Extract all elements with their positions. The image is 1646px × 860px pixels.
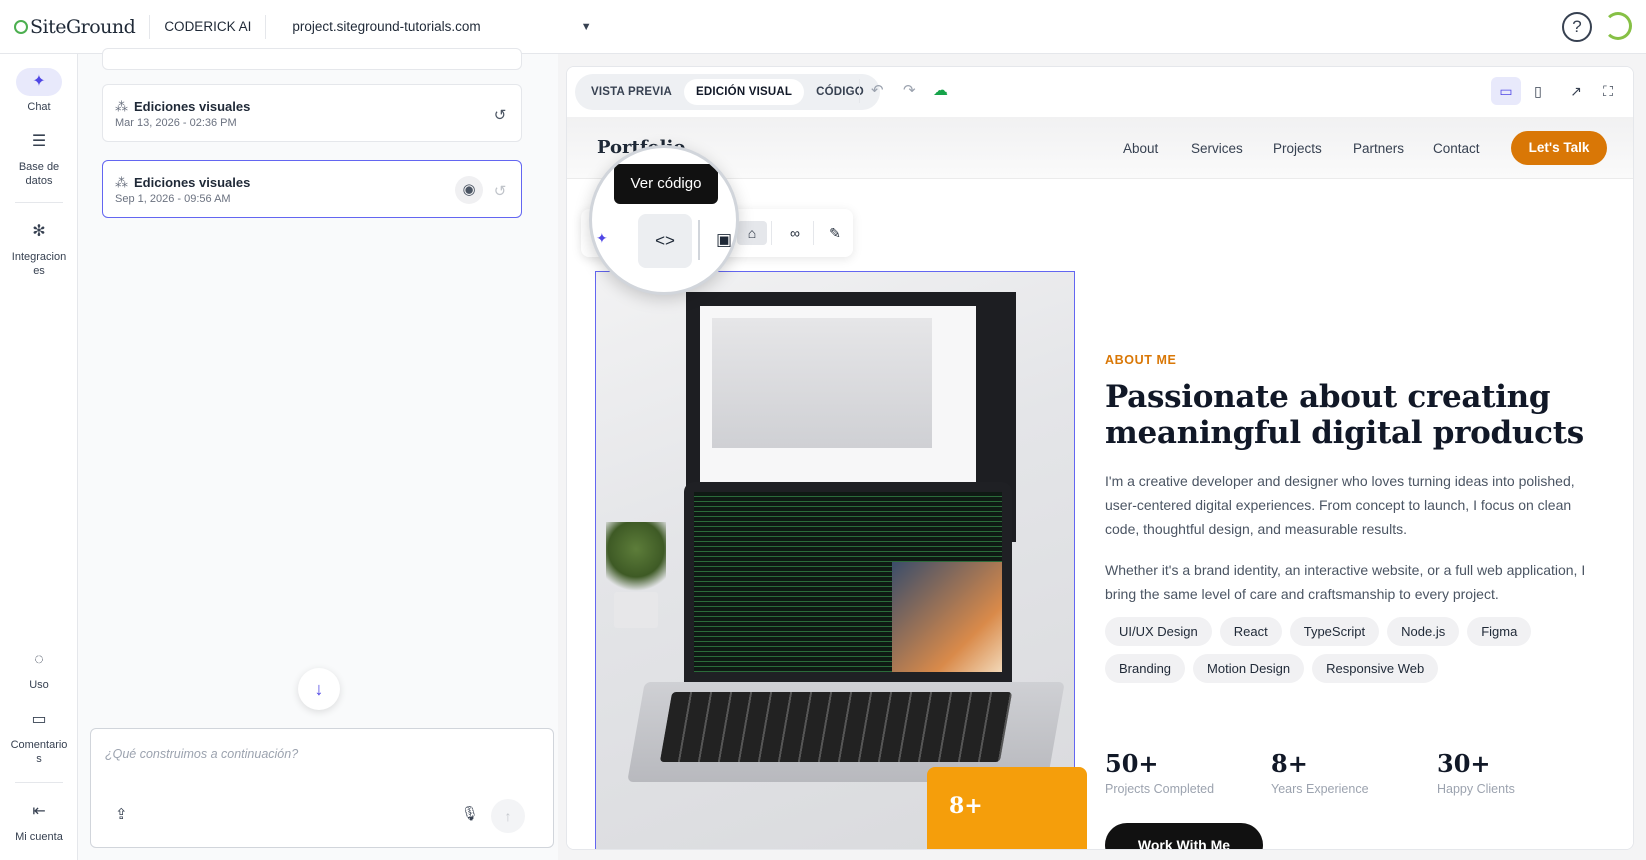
history-date: Mar 13, 2026 - 02:36 PM [115, 117, 237, 129]
history-date: Sep 1, 2026 - 09:56 AM [115, 193, 231, 205]
skill-chip: Responsive Web [1312, 654, 1439, 683]
nav-chat[interactable]: ✦ Chat [0, 68, 78, 114]
site-nav-projects[interactable]: Projects [1273, 141, 1322, 156]
tag-icon[interactable]: ⌂ [737, 221, 767, 245]
siteground-swirl-icon[interactable] [1604, 12, 1632, 40]
chat-composer[interactable]: ¿Qué construimos a continuación? ⇪ 🎙 ↑ [90, 728, 554, 848]
skill-chip: TypeScript [1289, 617, 1380, 646]
help-icon[interactable]: ? [1562, 12, 1592, 42]
magnifier-callout: Ver código ✦ <> ▣ [589, 145, 739, 295]
restore-icon[interactable]: ↺ [489, 105, 511, 127]
divider [813, 221, 814, 245]
code-icon: <> [655, 231, 675, 250]
skill-chip: Branding [1105, 654, 1186, 683]
composer-input[interactable]: ¿Qué construimos a continuación? [105, 747, 298, 761]
experience-badge: 8+ [927, 767, 1087, 849]
divider [771, 221, 772, 245]
stat-clients: 30+ Happy Clients [1437, 749, 1515, 796]
skill-chip: Motion Design [1193, 654, 1305, 683]
mode-tabs: VISTA PREVIA EDICIÓN VISUAL CÓDIGO [575, 74, 880, 110]
undo-icon[interactable]: ↶ [871, 81, 884, 99]
stat-years: 8+ Years Experience [1271, 749, 1369, 796]
usage-circle-icon: ◌ [34, 651, 44, 668]
divider [265, 14, 267, 39]
about-image-selected[interactable] [595, 271, 1075, 849]
tooltip-view-code: Ver código [614, 164, 718, 204]
redo-icon[interactable]: ↷ [903, 81, 916, 99]
eye-icon[interactable]: ◉ [455, 176, 483, 204]
restore-icon[interactable]: ↺ [489, 181, 511, 203]
desktop-view-icon[interactable]: ▭ [1491, 77, 1521, 105]
site-nav-about[interactable]: About [1123, 141, 1158, 156]
stat-projects: 50+ Projects Completed [1105, 749, 1215, 796]
divider [15, 202, 63, 203]
link-icon[interactable]: ∞ [783, 221, 807, 245]
edit-sparkle-icon: ⁂ [115, 99, 128, 114]
send-button[interactable]: ↑ [491, 799, 525, 833]
nav-integrations[interactable]: ✻ Integracion es [0, 218, 78, 278]
history-card[interactable]: ⁂ Ediciones visuales Mar 13, 2026 - 02:36… [102, 84, 522, 142]
chat-panel: ⁂ Ediciones visuales Mar 13, 2026 - 02:36… [78, 48, 558, 860]
chevron-down-icon[interactable]: ▼ [581, 21, 592, 33]
about-headline: Passionate about creating meaningful dig… [1105, 379, 1584, 451]
site-nav-contact[interactable]: Contact [1433, 141, 1480, 156]
tab-visual-edit[interactable]: EDICIÓN VISUAL [684, 79, 805, 105]
history-card-partial[interactable] [102, 48, 522, 70]
fullscreen-icon[interactable]: ⛶ [1593, 77, 1623, 105]
app-name: CODERICK AI [164, 19, 252, 34]
site-preview: Portfolio About Services Projects Partne… [567, 117, 1633, 849]
divider [698, 220, 700, 260]
about-paragraph-2: Whether it's a brand identity, an intera… [1105, 562, 1586, 602]
about-eyebrow: ABOUT ME [1105, 353, 1177, 367]
cloud-sync-icon[interactable]: ☁ [933, 81, 948, 99]
ai-sparkle-icon[interactable]: ✦ [596, 230, 608, 247]
top-bar: SiteGround CODERICK AI project.sitegroun… [0, 0, 1646, 54]
site-nav: Portfolio About Services Projects Partne… [567, 117, 1633, 179]
logout-icon: ⇤ [32, 803, 46, 820]
code-screen [694, 492, 1002, 672]
skill-chip: UI/UX Design [1105, 617, 1212, 646]
left-sidebar: ✦ Chat ☰ Base de datos ✻ Integracion es … [0, 54, 78, 860]
image-icon[interactable]: ▣ [716, 230, 732, 250]
site-nav-partners[interactable]: Partners [1353, 141, 1404, 156]
microphone-icon[interactable]: 🎙 [461, 805, 479, 822]
comment-icon: ▭ [31, 711, 47, 728]
view-code-button[interactable]: <> [638, 214, 692, 268]
work-with-me-button[interactable]: Work With Me [1105, 823, 1263, 849]
preview-frame: VISTA PREVIA EDICIÓN VISUAL CÓDIGO ↶ ↷ ☁… [566, 66, 1634, 850]
divider [859, 79, 860, 103]
edit-sparkle-icon: ⁂ [115, 175, 128, 190]
preview-toolbar: VISTA PREVIA EDICIÓN VISUAL CÓDIGO ↶ ↷ ☁… [567, 67, 1633, 117]
mobile-view-icon[interactable]: ▯ [1523, 77, 1553, 105]
laptop-illustration [684, 482, 1012, 682]
siteground-logo[interactable]: SiteGround [14, 16, 136, 38]
divider [149, 14, 151, 39]
integrations-icon: ✻ [32, 223, 46, 240]
history-card-selected[interactable]: ⁂ Ediciones visuales Sep 1, 2026 - 09:56 … [102, 160, 522, 218]
skill-chip: Node.js [1387, 617, 1460, 646]
nav-usage[interactable]: ◌ Uso [0, 646, 78, 692]
about-paragraph-1: I'm a creative developer and designer wh… [1105, 473, 1575, 537]
scroll-down-button[interactable]: ↓ [298, 668, 340, 710]
divider [15, 782, 63, 783]
arrow-down-icon: ↓ [314, 679, 324, 699]
nav-comments[interactable]: ▭ Comentario s [0, 706, 78, 766]
open-external-icon[interactable]: ↗ [1561, 77, 1591, 105]
laptop-keys [659, 692, 1013, 762]
tab-preview[interactable]: VISTA PREVIA [579, 79, 684, 105]
skill-chip: React [1219, 617, 1282, 646]
site-nav-services[interactable]: Services [1191, 141, 1243, 156]
sparkle-icon: ✦ [16, 68, 62, 96]
tab-code[interactable]: CÓDIGO [804, 79, 876, 105]
skill-chip: Figma [1467, 617, 1532, 646]
pencil-icon[interactable]: ✎ [823, 221, 847, 245]
project-selector[interactable]: project.siteground-tutorials.com [292, 19, 480, 34]
lets-talk-button[interactable]: Let's Talk [1511, 131, 1607, 165]
nav-database[interactable]: ☰ Base de datos [0, 128, 78, 188]
skills-list: UI/UX Design React TypeScript Node.js Fi… [1105, 617, 1575, 683]
siteground-mark-icon [14, 19, 28, 34]
database-icon: ☰ [31, 133, 47, 150]
upload-icon[interactable]: ⇪ [115, 805, 128, 823]
nav-account[interactable]: ⇤ Mi cuenta [0, 798, 78, 844]
